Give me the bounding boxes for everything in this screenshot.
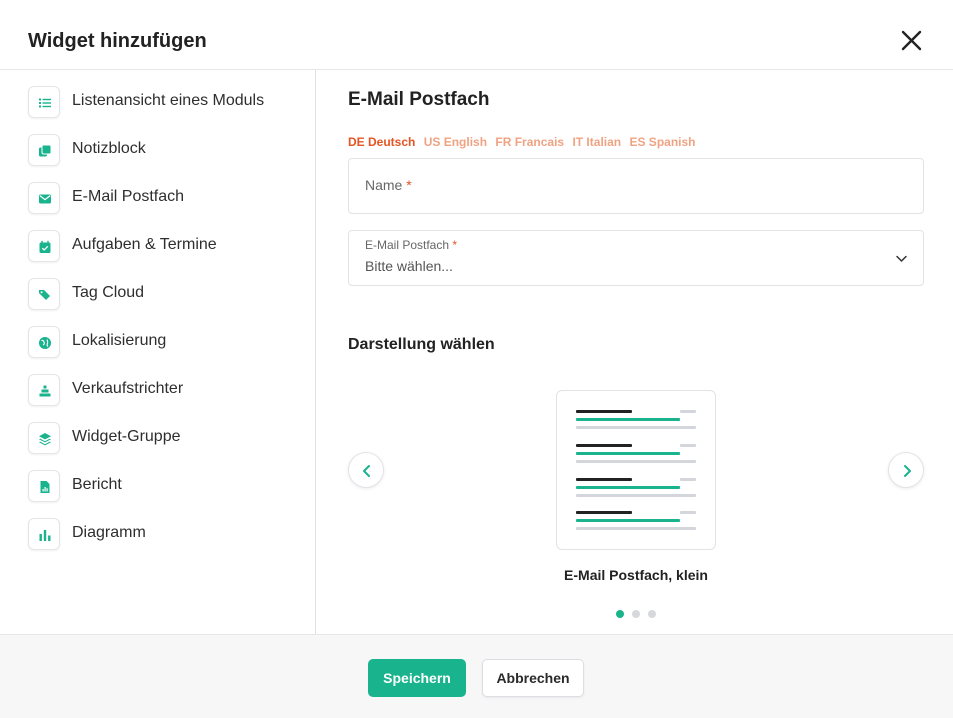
preview-line <box>576 426 696 429</box>
mailbox-select-label: E-Mail Postfach * <box>365 238 458 252</box>
carousel-dot[interactable] <box>648 610 656 618</box>
preview-line <box>576 410 632 413</box>
preview-line <box>680 410 696 413</box>
tab-lang-fr[interactable]: FR Francais <box>495 135 564 149</box>
bar-chart-icon <box>28 518 60 550</box>
report-file-icon <box>28 470 60 502</box>
sidebar-item-widget-group[interactable]: Widget-Gruppe <box>28 422 308 454</box>
sidebar-item-label: Tag Cloud <box>72 284 145 301</box>
notes-icon <box>28 134 60 166</box>
sidebar-item-label: Lokalisierung <box>72 332 167 349</box>
sidebar-item-sales-funnel[interactable]: Verkaufstrichter <box>28 374 308 406</box>
preview-line <box>576 452 680 455</box>
section-title: E-Mail Postfach <box>348 89 490 110</box>
cancel-button[interactable]: Abbrechen <box>482 659 584 697</box>
sidebar-item-list-view[interactable]: Listenansicht eines Moduls <box>28 86 308 118</box>
list-icon <box>28 86 60 118</box>
sidebar-item-mailbox[interactable]: E-Mail Postfach <box>28 182 308 214</box>
display-preview-card[interactable] <box>556 390 716 550</box>
tab-lang-it[interactable]: IT Italian <box>572 135 621 149</box>
save-button[interactable]: Speichern <box>368 659 466 697</box>
close-button[interactable] <box>899 28 924 53</box>
envelope-icon <box>28 182 60 214</box>
sidebar-item-label: Notizblock <box>72 140 146 157</box>
preview-line <box>680 478 696 481</box>
preview-line <box>576 494 696 497</box>
required-mark: * <box>452 238 458 252</box>
sidebar-item-localization[interactable]: Lokalisierung <box>28 326 308 358</box>
widget-type-list: Listenansicht eines Moduls Notizblock E-… <box>0 70 316 634</box>
sidebar-item-report[interactable]: Bericht <box>28 470 308 502</box>
funnel-icon <box>28 374 60 406</box>
sidebar-item-label: Aufgaben & Termine <box>72 236 217 253</box>
carousel-dot[interactable] <box>632 610 640 618</box>
preview-line <box>576 511 632 514</box>
sidebar-item-chart[interactable]: Diagramm <box>28 518 308 550</box>
sidebar-item-notepad[interactable]: Notizblock <box>28 134 308 166</box>
preview-line <box>576 527 696 530</box>
preview-line <box>576 444 632 447</box>
mailbox-select-value: Bitte wählen... <box>365 258 453 274</box>
mailbox-select[interactable]: E-Mail Postfach * Bitte wählen... <box>348 230 924 286</box>
sidebar-item-label: Diagramm <box>72 524 146 541</box>
preview-line <box>576 460 696 463</box>
display-heading: Darstellung wählen <box>348 336 495 353</box>
sidebar-item-label: E-Mail Postfach <box>72 188 185 205</box>
tags-icon <box>28 278 60 310</box>
close-icon <box>901 30 922 51</box>
sidebar-item-label: Verkaufstrichter <box>72 380 184 397</box>
widget-config-panel: E-Mail Postfach DE Deutsch US English FR… <box>316 70 953 634</box>
chevron-right-icon <box>904 465 911 477</box>
preview-line <box>680 511 696 514</box>
carousel-prev-button[interactable] <box>348 452 384 488</box>
sidebar-item-tag-cloud[interactable]: Tag Cloud <box>28 278 308 310</box>
preview-line <box>576 418 680 421</box>
required-mark: * <box>406 177 412 193</box>
sidebar-item-label: Listenansicht eines Moduls <box>72 92 265 109</box>
globe-icon <box>28 326 60 358</box>
language-tabs: DE Deutsch US English FR Francais IT Ita… <box>348 135 701 149</box>
preview-line <box>576 519 680 522</box>
name-field[interactable]: Name * <box>348 158 924 214</box>
preview-line <box>680 444 696 447</box>
sidebar-item-tasks[interactable]: Aufgaben & Termine <box>28 230 308 262</box>
preview-line <box>576 478 632 481</box>
carousel-next-button[interactable] <box>888 452 924 488</box>
name-placeholder: Name * <box>365 177 412 193</box>
chevron-down-icon <box>896 255 907 262</box>
carousel-dot[interactable] <box>616 610 624 618</box>
tab-lang-es[interactable]: ES Spanish <box>629 135 695 149</box>
dialog-footer: Speichern Abbrechen <box>0 634 953 718</box>
dialog-header: Widget hinzufügen <box>0 0 953 70</box>
chevron-left-icon <box>363 465 370 477</box>
dialog-title: Widget hinzufügen <box>28 30 207 52</box>
preview-caption: E-Mail Postfach, klein <box>564 567 708 583</box>
layers-icon <box>28 422 60 454</box>
sidebar-item-label: Widget-Gruppe <box>72 428 181 445</box>
calendar-check-icon <box>28 230 60 262</box>
sidebar-item-label: Bericht <box>72 476 122 493</box>
tab-lang-en[interactable]: US English <box>424 135 487 149</box>
add-widget-dialog: Widget hinzufügen Listenansicht eines Mo… <box>0 0 953 718</box>
preview-line <box>576 486 680 489</box>
tab-lang-de[interactable]: DE Deutsch <box>348 135 415 149</box>
